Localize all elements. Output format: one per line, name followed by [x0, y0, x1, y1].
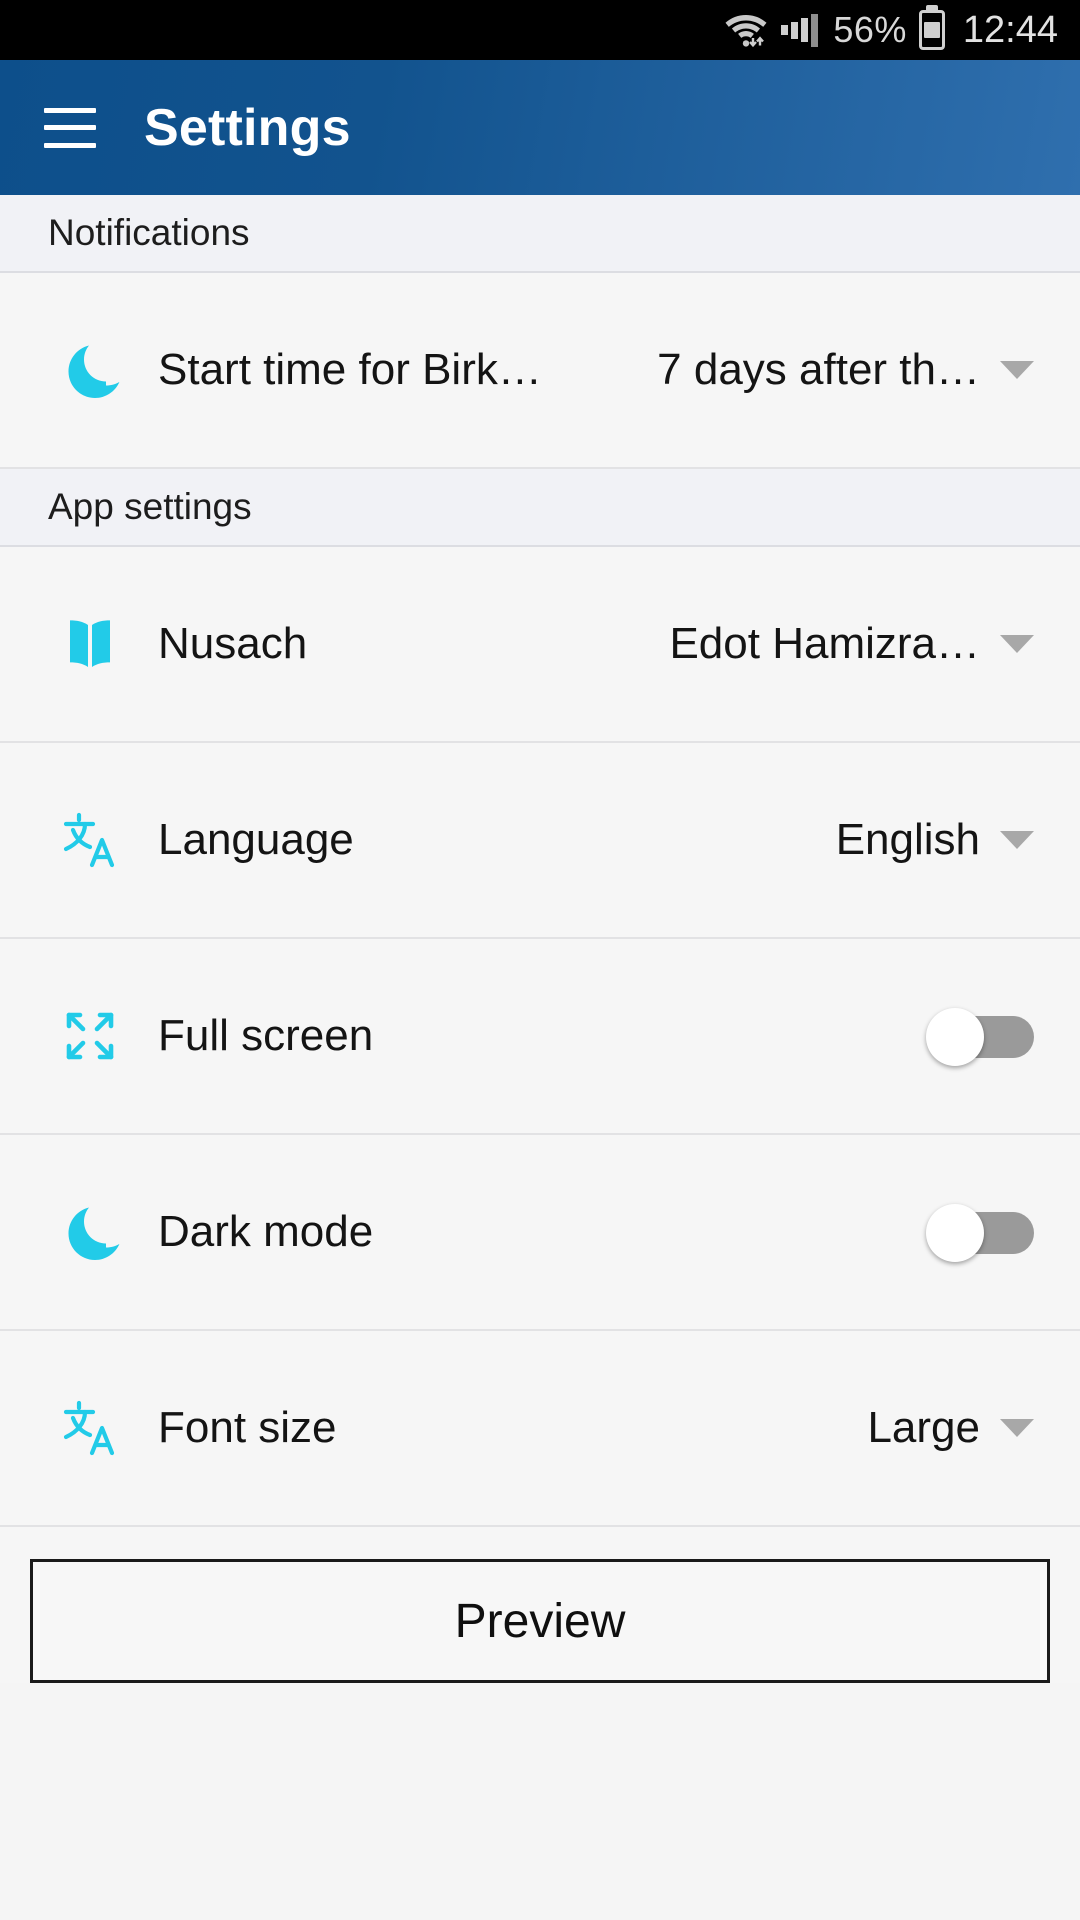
app-bar: Settings	[0, 60, 1080, 195]
toggle-dark-mode[interactable]	[926, 1204, 1034, 1262]
row-value: Edot Hamizra…	[669, 619, 980, 668]
hamburger-menu-icon[interactable]	[44, 107, 96, 148]
row-label: Start time for Birk…	[158, 345, 542, 394]
toggle-knob[interactable]	[926, 1008, 984, 1066]
dropdown-nusach[interactable]: Edot Hamizra…	[669, 619, 1034, 669]
phone-screen: 56% 12:44 Settings Notifications Start t…	[0, 0, 1080, 1920]
row-value: 7 days after th…	[657, 345, 980, 394]
empty-space	[0, 1683, 1080, 1920]
cellular-signal-icon	[781, 12, 821, 48]
toggle-knob[interactable]	[926, 1204, 984, 1262]
section-header-label: Notifications	[48, 212, 250, 253]
wifi-icon	[723, 11, 769, 49]
toggle-full-screen[interactable]	[926, 1008, 1034, 1066]
row-label: Nusach	[158, 619, 308, 668]
row-font-size[interactable]: Font size Large	[0, 1331, 1080, 1527]
battery-icon	[918, 10, 945, 50]
moon-icon	[44, 334, 136, 406]
row-value: Large	[867, 1403, 980, 1452]
moon-icon	[44, 1196, 136, 1268]
book-icon	[44, 608, 136, 680]
row-label: Language	[158, 815, 354, 864]
translate-icon	[44, 804, 136, 876]
dropdown-language[interactable]: English	[836, 815, 1034, 865]
fullscreen-icon	[44, 1000, 136, 1072]
status-bar: 56% 12:44	[0, 0, 1080, 60]
row-nusach[interactable]: Nusach Edot Hamizra…	[0, 547, 1080, 743]
battery-percent-label: 56%	[833, 9, 907, 50]
chevron-down-icon[interactable]	[1000, 361, 1034, 379]
section-header-label: App settings	[48, 486, 252, 527]
row-value: English	[835, 815, 980, 864]
clock-label: 12:44	[962, 8, 1058, 51]
chevron-down-icon[interactable]	[1000, 831, 1034, 849]
chevron-down-icon[interactable]	[1000, 635, 1034, 653]
translate-icon	[44, 1392, 136, 1464]
row-language[interactable]: Language English	[0, 743, 1080, 939]
row-label: Font size	[158, 1403, 337, 1452]
row-full-screen[interactable]: Full screen	[0, 939, 1080, 1135]
dropdown-start-time[interactable]: 7 days after th…	[657, 345, 1034, 395]
section-header-notifications: Notifications	[0, 195, 1080, 273]
row-dark-mode[interactable]: Dark mode	[0, 1135, 1080, 1331]
preview-button-container: Preview	[0, 1527, 1080, 1683]
settings-list: Notifications Start time for Birk… 7 day…	[0, 195, 1080, 1920]
page-title: Settings	[144, 98, 351, 157]
row-label: Dark mode	[158, 1207, 374, 1256]
row-label: Full screen	[158, 1011, 374, 1060]
chevron-down-icon[interactable]	[1000, 1419, 1034, 1437]
preview-button[interactable]: Preview	[30, 1559, 1050, 1683]
row-start-time-for-birkat-hachama[interactable]: Start time for Birk… 7 days after th…	[0, 273, 1080, 469]
dropdown-font-size[interactable]: Large	[867, 1403, 1034, 1453]
section-header-app-settings: App settings	[0, 469, 1080, 547]
